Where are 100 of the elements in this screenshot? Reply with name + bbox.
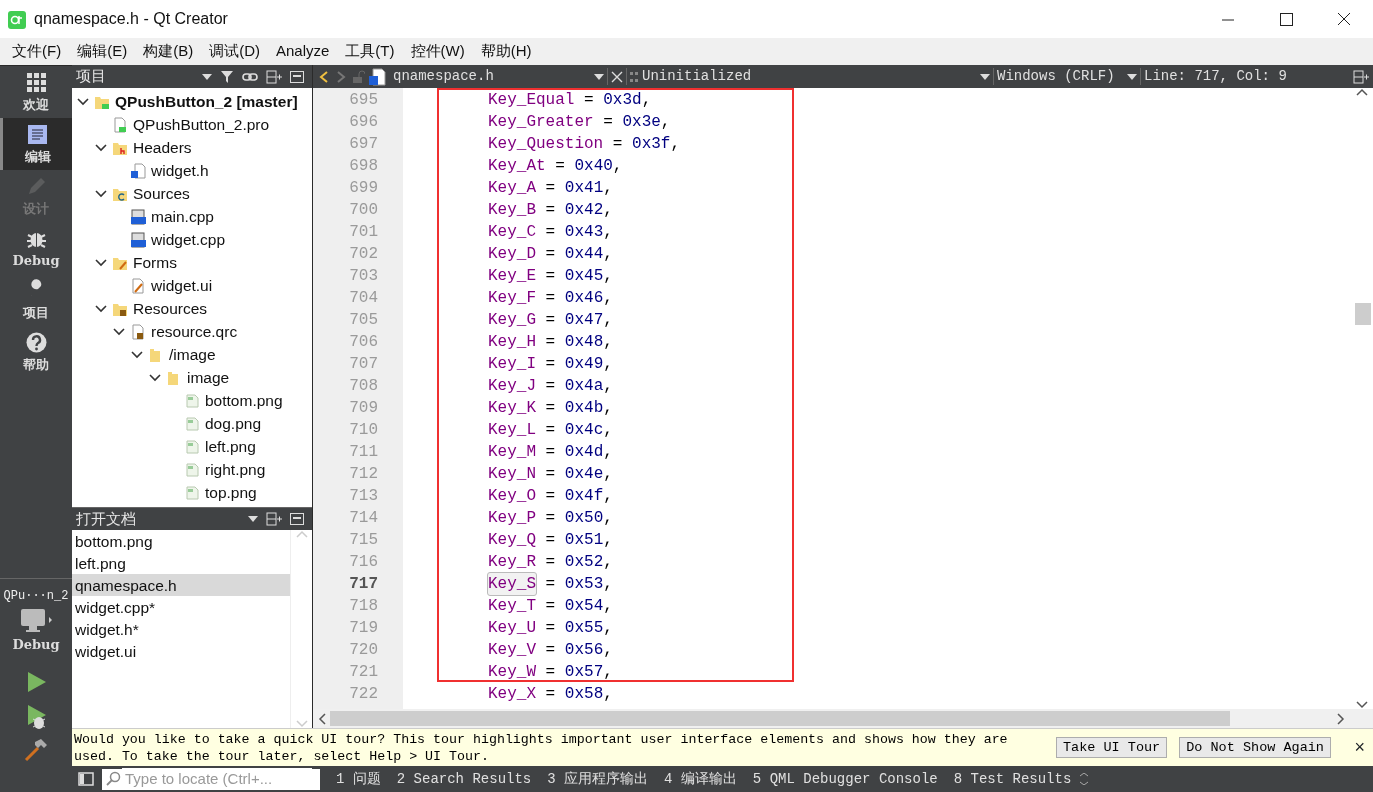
cursor-position[interactable]: Line: 717, Col: 9 xyxy=(1144,66,1287,87)
menu-item[interactable]: 编辑(E) xyxy=(69,40,136,63)
line-ending-selector[interactable]: Windows (CRLF) xyxy=(997,66,1137,87)
symbol-selector[interactable]: Uninitialized xyxy=(630,66,990,87)
document-item[interactable]: widget.h* xyxy=(72,618,290,640)
tree-item[interactable]: /image xyxy=(169,342,216,367)
tree-item[interactable]: widget.h xyxy=(151,158,209,183)
output-pane-tab[interactable]: 8 Test Results xyxy=(945,768,1080,790)
dropdown-arrow-icon[interactable] xyxy=(248,516,258,522)
tree-item[interactable]: top.png xyxy=(205,480,257,505)
line-number: 713 xyxy=(348,486,379,507)
filter-icon[interactable] xyxy=(220,69,234,84)
info-button[interactable]: Take UI Tour xyxy=(1056,737,1168,758)
tree-item[interactable]: Forms xyxy=(133,250,177,275)
line-number: 700 xyxy=(348,200,379,221)
search-icon xyxy=(106,771,122,787)
mode-button[interactable]: Debug xyxy=(0,222,72,274)
line-number: 708 xyxy=(348,376,379,397)
split-icon[interactable] xyxy=(266,69,282,84)
scrollbar-thumb[interactable] xyxy=(330,711,1230,726)
output-pane-tab[interactable]: 4 编译输出 xyxy=(656,768,745,790)
close-button[interactable]: × xyxy=(1354,734,1365,761)
locator-field[interactable]: Type to locate (Ctrl+... xyxy=(102,768,320,790)
tree-item[interactable]: image xyxy=(187,365,230,390)
line-number: 721 xyxy=(348,662,379,683)
mode-button[interactable]: 项目 xyxy=(0,274,72,326)
line-number: 718 xyxy=(348,596,379,617)
dropdown-arrow-icon[interactable] xyxy=(202,73,212,80)
document-item[interactable]: widget.cpp* xyxy=(72,596,290,618)
split-icon[interactable] xyxy=(1353,69,1369,84)
mode-button[interactable]: 欢迎 xyxy=(0,66,72,118)
tree-item[interactable]: right.png xyxy=(205,457,266,482)
line-number: 698 xyxy=(348,156,379,177)
output-pane-tab[interactable]: 1 问题 xyxy=(328,768,389,790)
tree-item[interactable]: bottom.png xyxy=(205,388,283,413)
info-button[interactable]: Do Not Show Again xyxy=(1179,737,1331,758)
tree-item[interactable]: resource.qrc xyxy=(151,319,238,344)
tree-item[interactable]: QPushButton_2 [master] xyxy=(115,89,298,114)
file-selector[interactable]: qnamespace.h xyxy=(389,66,604,87)
mode-button[interactable]: 帮助 xyxy=(0,326,72,378)
tree-item[interactable]: Sources xyxy=(133,181,190,206)
target-selector[interactable]: Debug xyxy=(12,607,60,655)
split-icon[interactable] xyxy=(266,512,282,526)
sidebar-toggle-icon[interactable] xyxy=(78,772,94,786)
file-name: qnamespace.h xyxy=(393,67,495,86)
scrollbar-thumb[interactable] xyxy=(1355,303,1371,325)
tree-item[interactable]: left.png xyxy=(205,434,256,459)
tree-item[interactable]: QPushButton_2.pro xyxy=(133,112,270,137)
line-number: 720 xyxy=(348,640,379,661)
menu-item[interactable]: 文件(F) xyxy=(4,40,70,63)
line-number: 695 xyxy=(348,90,379,111)
panel-title: 打开文档 xyxy=(76,508,136,529)
tree-item[interactable]: dog.png xyxy=(205,411,262,436)
output-pane-tab[interactable]: 2 Search Results xyxy=(388,768,540,790)
info-message: Would you like to take a quick UI tour? This tour highlights important user interface elements and shows how they are used. To take the tour later, select Help > UI Tour. xyxy=(73,730,1009,765)
monitor-icon xyxy=(18,607,54,635)
close-icon[interactable] xyxy=(611,70,623,83)
code-line: Key_A = 0x41, xyxy=(488,178,614,199)
hammer-icon[interactable] xyxy=(23,736,49,763)
document-item[interactable]: widget.ui xyxy=(72,640,290,662)
scroll-down-icon[interactable] xyxy=(1356,701,1368,709)
code-line: Key_P = 0x50, xyxy=(488,508,614,529)
document-item[interactable]: bottom.png xyxy=(72,530,290,552)
image-file-icon xyxy=(184,392,200,409)
tree-item[interactable]: Resources xyxy=(133,296,208,321)
tree-item[interactable]: widget.ui xyxy=(151,273,213,298)
line-number: 706 xyxy=(348,332,379,353)
menu-item[interactable]: 工具(T) xyxy=(337,40,403,63)
code-line: Key_W = 0x57, xyxy=(488,662,614,683)
scroll-up-icon[interactable] xyxy=(1356,88,1368,96)
form-file-icon xyxy=(130,277,146,294)
scroll-right-icon[interactable] xyxy=(1335,712,1345,725)
code-line: Key_Question = 0x3f, xyxy=(488,134,682,155)
line-number: 707 xyxy=(348,354,379,375)
line-number: 704 xyxy=(348,288,379,309)
code-line: Key_M = 0x4d, xyxy=(488,442,614,463)
line-number: 717 xyxy=(348,574,379,595)
tree-item[interactable]: widget.cpp xyxy=(151,227,226,252)
scroll-left-icon[interactable] xyxy=(318,712,328,725)
minimize-panel-icon[interactable] xyxy=(290,513,304,525)
menu-item[interactable]: 调试(D) xyxy=(201,40,268,63)
tree-item[interactable]: main.cpp xyxy=(151,204,214,229)
document-item[interactable]: left.png xyxy=(72,552,290,574)
minimize-panel-icon[interactable] xyxy=(290,70,304,83)
output-pane-tab[interactable]: 5 QML Debugger Console xyxy=(744,768,946,790)
output-pane-tab[interactable]: 3 应用程序输出 xyxy=(539,768,657,790)
menu-item[interactable]: 帮助(H) xyxy=(472,40,540,63)
menu-item[interactable]: 控件(W) xyxy=(402,40,473,63)
document-item[interactable]: qnamespace.h xyxy=(72,574,290,596)
mode-button[interactable]: 编辑 xyxy=(0,118,72,170)
menu-item[interactable]: 构建(B) xyxy=(135,40,202,63)
code-line: Key_Greater = 0x3e, xyxy=(488,112,672,133)
source-file-icon xyxy=(130,208,146,225)
line-number: 709 xyxy=(348,398,379,419)
menu-item[interactable]: Analyze xyxy=(268,40,338,63)
lock-icon xyxy=(351,69,365,84)
more-panes-icon[interactable] xyxy=(1079,773,1090,785)
tree-item[interactable]: Headers xyxy=(133,135,192,160)
code-line: Key_D = 0x44, xyxy=(488,244,614,265)
header-file-icon xyxy=(130,162,146,179)
